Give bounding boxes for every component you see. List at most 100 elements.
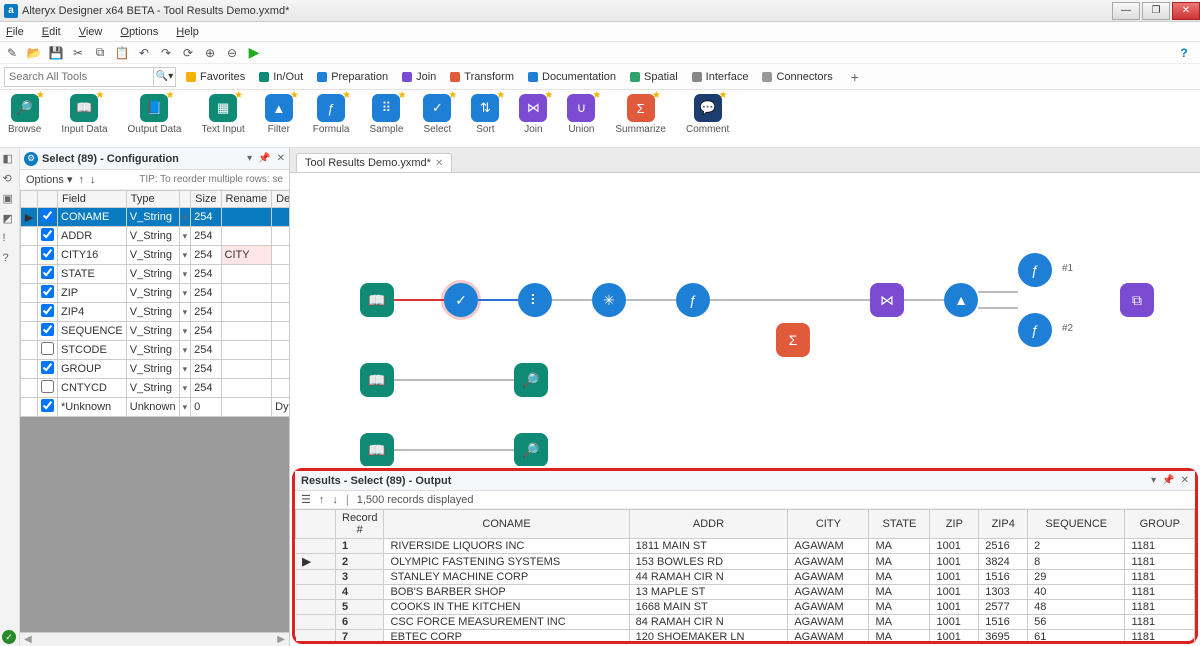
panel-close-icon[interactable]: ✕: [1181, 475, 1189, 486]
results-row[interactable]: 6CSC FORCE MEASUREMENT INC84 RAMAH CIR N…: [296, 615, 1195, 630]
col-group[interactable]: GROUP: [1125, 510, 1195, 539]
col-desc[interactable]: De: [272, 191, 289, 208]
paste-icon[interactable]: 📋: [114, 45, 130, 61]
cell-rename[interactable]: [221, 341, 272, 360]
tool-outputdata[interactable]: 📘★Output Data: [128, 94, 182, 135]
workflow-canvas[interactable]: 📖 ✓ ⠇ ✳ ƒ ⋈ ▲ ƒ ƒ #1 #2 ⧉ Σ 📖 🔎: [290, 172, 1200, 466]
cell-size[interactable]: 254: [191, 322, 221, 341]
cell-size[interactable]: 254: [191, 284, 221, 303]
cat-inout[interactable]: In/Out: [259, 71, 303, 83]
cell-desc[interactable]: [272, 246, 289, 265]
gutter-icon[interactable]: ▣: [3, 192, 17, 206]
open-icon[interactable]: 📂: [26, 45, 42, 61]
new-icon[interactable]: ✎: [4, 45, 20, 61]
col-seq[interactable]: SEQUENCE: [1028, 510, 1125, 539]
undo-icon[interactable]: ↶: [136, 45, 152, 61]
cell-desc[interactable]: [272, 265, 289, 284]
add-category-button[interactable]: +: [851, 69, 859, 85]
cell-size[interactable]: 254: [191, 360, 221, 379]
config-table-wrap[interactable]: Field Type Size Rename De ▶CONAMEV_Strin…: [20, 190, 289, 632]
field-checkbox[interactable]: [41, 209, 54, 222]
results-row[interactable]: 3STANLEY MACHINE CORP44 RAMAH CIR NAGAWA…: [296, 570, 1195, 585]
results-row[interactable]: 1RIVERSIDE LIQUORS INC1811 MAIN STAGAWAM…: [296, 539, 1195, 554]
cell-rename[interactable]: CITY: [221, 246, 272, 265]
cell-desc[interactable]: [272, 284, 289, 303]
node-filter[interactable]: ▲: [944, 283, 978, 317]
cat-documentation[interactable]: Documentation: [528, 71, 616, 83]
sort-desc-icon[interactable]: ↓: [332, 494, 338, 506]
panel-pin-icon[interactable]: 📌: [1162, 475, 1174, 486]
cell-type[interactable]: V_String: [126, 341, 179, 360]
cell-size[interactable]: 254: [191, 379, 221, 398]
cell-rename[interactable]: [221, 303, 272, 322]
cell-type[interactable]: V_String: [126, 379, 179, 398]
results-row[interactable]: 5COOKS IN THE KITCHEN1668 MAIN STAGAWAMM…: [296, 600, 1195, 615]
panel-close-icon[interactable]: ✕: [277, 153, 285, 164]
cat-spatial[interactable]: Spatial: [630, 71, 678, 83]
type-dropdown-icon[interactable]: [179, 208, 191, 227]
type-dropdown-icon[interactable]: [179, 227, 191, 246]
tool-inputdata[interactable]: 📖★Input Data: [61, 94, 107, 135]
gutter-icon[interactable]: ◧: [3, 152, 17, 166]
cell-type[interactable]: V_String: [126, 227, 179, 246]
config-row[interactable]: ZIP4V_String254: [21, 303, 290, 322]
menu-view[interactable]: View: [79, 26, 103, 38]
tool-join[interactable]: ⋈★Join: [519, 94, 547, 135]
node-summarize[interactable]: Σ: [776, 323, 810, 357]
node-input2[interactable]: 📖: [360, 363, 394, 397]
cell-type[interactable]: V_String: [126, 265, 179, 284]
type-dropdown-icon[interactable]: [179, 284, 191, 303]
workflow-tab[interactable]: Tool Results Demo.yxmd* ✕: [296, 153, 452, 172]
cat-join[interactable]: Join: [402, 71, 436, 83]
redo-icon[interactable]: ↷: [158, 45, 174, 61]
cell-size[interactable]: 254: [191, 208, 221, 227]
results-table-wrap[interactable]: Record # CONAME ADDR CITY STATE ZIP ZIP4…: [295, 509, 1195, 641]
cell-type[interactable]: V_String: [126, 322, 179, 341]
config-row[interactable]: ADDRV_String254: [21, 227, 290, 246]
cell-desc[interactable]: [272, 341, 289, 360]
move-down-icon[interactable]: ↓: [90, 174, 96, 186]
type-dropdown-icon[interactable]: [179, 322, 191, 341]
cell-rename[interactable]: [221, 360, 272, 379]
cell-desc[interactable]: Dy: [272, 398, 289, 417]
cat-preparation[interactable]: Preparation: [317, 71, 388, 83]
cell-rename[interactable]: [221, 265, 272, 284]
gutter-icon[interactable]: ⟲: [3, 172, 17, 186]
cell-size[interactable]: 254: [191, 265, 221, 284]
tool-filter[interactable]: ▲★Filter: [265, 94, 293, 135]
cat-interface[interactable]: Interface: [692, 71, 749, 83]
cat-transform[interactable]: Transform: [450, 71, 514, 83]
tab-close-icon[interactable]: ✕: [435, 158, 443, 169]
menu-edit[interactable]: Edit: [42, 26, 61, 38]
panel-dropdown-icon[interactable]: ▾: [1151, 475, 1156, 486]
col-coname[interactable]: CONAME: [384, 510, 629, 539]
menu-file[interactable]: File: [6, 26, 24, 38]
node-branch-top[interactable]: ƒ: [1018, 253, 1052, 287]
tool-sort[interactable]: ⇅★Sort: [471, 94, 499, 135]
col-type[interactable]: Type: [126, 191, 179, 208]
gutter-icon[interactable]: ◩: [3, 212, 17, 226]
zoom-in-icon[interactable]: ⊕: [202, 45, 218, 61]
cell-size[interactable]: 254: [191, 341, 221, 360]
search-input[interactable]: [4, 67, 154, 87]
cell-desc[interactable]: [272, 360, 289, 379]
node-input[interactable]: 📖: [360, 283, 394, 317]
zoom-out-icon[interactable]: ⊖: [224, 45, 240, 61]
config-row[interactable]: GROUPV_String254: [21, 360, 290, 379]
cell-size[interactable]: 254: [191, 227, 221, 246]
field-checkbox[interactable]: [41, 323, 54, 336]
cell-type[interactable]: V_String: [126, 208, 179, 227]
run-icon[interactable]: ▶: [246, 45, 262, 61]
cell-size[interactable]: 254: [191, 246, 221, 265]
refresh-icon[interactable]: ⟳: [180, 45, 196, 61]
cell-type[interactable]: V_String: [126, 246, 179, 265]
panel-pin-icon[interactable]: 📌: [258, 153, 270, 164]
node-select[interactable]: ✓: [444, 283, 478, 317]
field-checkbox[interactable]: [41, 342, 54, 355]
minimize-button[interactable]: —: [1112, 2, 1140, 20]
cell-desc[interactable]: [272, 322, 289, 341]
type-dropdown-icon[interactable]: [179, 341, 191, 360]
tool-union[interactable]: ∪★Union: [567, 94, 595, 135]
cat-connectors[interactable]: Connectors: [762, 71, 832, 83]
gutter-icon[interactable]: !: [3, 232, 17, 246]
